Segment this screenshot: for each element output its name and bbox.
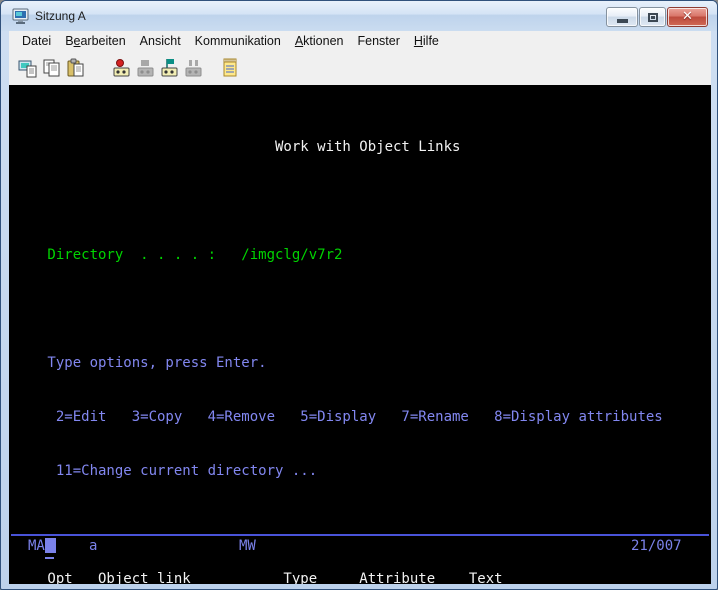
menu-bar: Datei Bearbeiten Ansicht Kommunikation A…	[9, 31, 711, 51]
copy-icon[interactable]	[41, 57, 63, 79]
minimize-button[interactable]	[606, 7, 638, 27]
blank-row	[39, 516, 705, 534]
column-headers: Opt Object link Type Attribute Text	[39, 571, 503, 584]
oia-separator	[11, 534, 709, 536]
paste-icon[interactable]	[65, 57, 87, 79]
application-window: Sitzung A ✕ Datei Bearbeiten Ansicht Kom…	[0, 0, 718, 590]
menu-bearbeiten[interactable]: Bearbeiten	[58, 32, 132, 50]
blank-row	[39, 300, 705, 318]
directory-row: Directory . . . . : /imgclg/v7r2	[39, 247, 343, 263]
menu-datei[interactable]: Datei	[15, 32, 58, 50]
oia-insert-indicator	[45, 557, 54, 559]
minimize-icon	[617, 19, 628, 23]
screen-title: Work with Object Links	[39, 139, 461, 155]
terminal-screen[interactable]: Work with Object Links Directory . . . .…	[9, 85, 711, 584]
oia-keyboard-indicator: a	[89, 538, 98, 554]
pause-macro-icon[interactable]	[183, 57, 205, 79]
menu-ansicht[interactable]: Ansicht	[133, 32, 188, 50]
menu-aktionen[interactable]: Aktionen	[288, 32, 351, 50]
operator-information-area: MA a MW 21/007	[9, 537, 711, 555]
options-row-2: 11=Change current directory ...	[39, 463, 318, 479]
toolbar	[9, 51, 711, 85]
blank-row	[39, 192, 705, 210]
maximize-button[interactable]	[639, 7, 666, 27]
close-icon: ✕	[682, 9, 693, 24]
menu-fenster[interactable]: Fenster	[350, 32, 406, 50]
instruction-row: Type options, press Enter.	[39, 355, 267, 371]
play-macro-icon[interactable]	[159, 57, 181, 79]
options-row-1: 2=Edit 3=Copy 4=Remove 5=Display 7=Renam…	[39, 409, 663, 425]
menu-hilfe[interactable]: Hilfe	[407, 32, 446, 50]
menu-kommunikation[interactable]: Kommunikation	[188, 32, 288, 50]
terminal-session-icon	[12, 8, 29, 24]
close-button[interactable]: ✕	[667, 7, 708, 27]
title-bar[interactable]: Sitzung A ✕	[1, 1, 717, 31]
oia-cursor-block	[45, 538, 56, 553]
stop-macro-icon[interactable]	[135, 57, 157, 79]
window-title: Sitzung A	[35, 9, 86, 23]
edit-notepad-icon[interactable]	[219, 57, 241, 79]
copy-screen-icon[interactable]	[17, 57, 39, 79]
oia-system-indicator: MA	[28, 538, 45, 554]
maximize-icon	[648, 13, 658, 22]
oia-message-waiting: MW	[239, 538, 256, 554]
oia-cursor-position: 21/007	[631, 538, 682, 554]
record-macro-icon[interactable]	[111, 57, 133, 79]
